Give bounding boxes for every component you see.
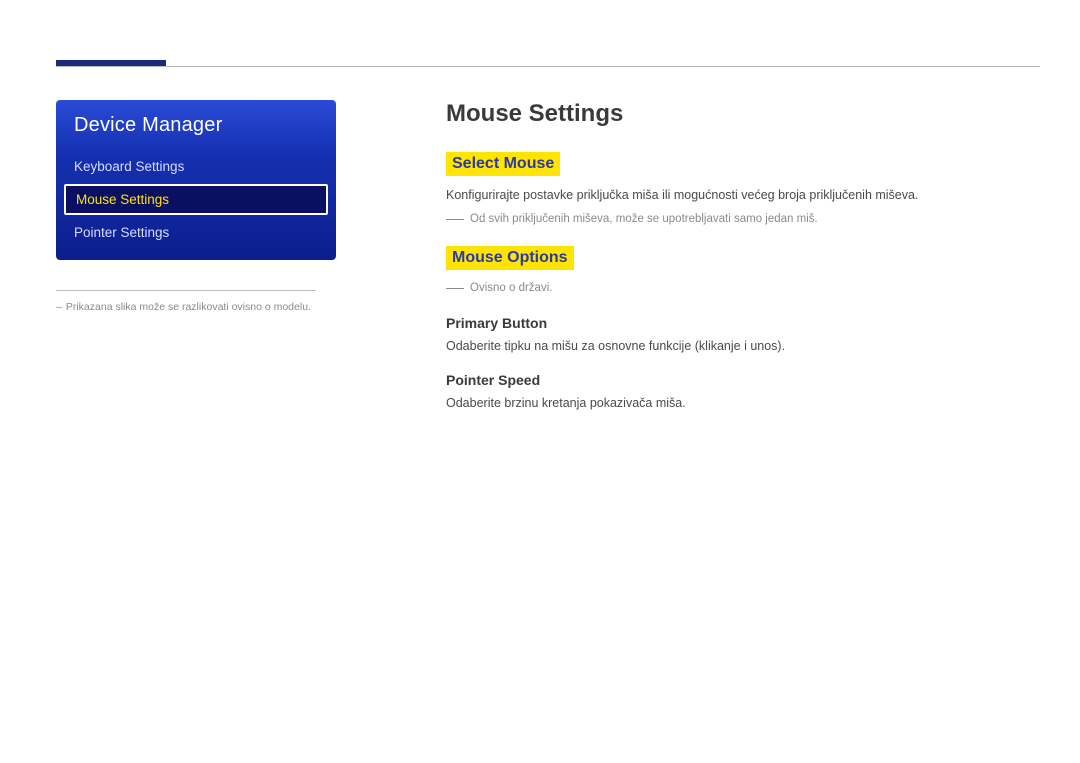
select-mouse-note-text: Od svih priključenih miševa, može se upo… <box>470 211 818 228</box>
mouse-options-note: Ovisno o državi. <box>446 280 1040 297</box>
sidebar-footnote-text: Prikazana slika može se razlikovati ovis… <box>66 301 311 315</box>
heading-select-mouse: Select Mouse <box>446 152 560 176</box>
header-rule <box>56 66 1040 67</box>
device-manager-panel: Device Manager Keyboard Settings Mouse S… <box>56 100 336 260</box>
primary-button-desc: Odaberite tipku na mišu za osnovne funkc… <box>446 337 1040 356</box>
select-mouse-desc: Konfigurirajte postavke priključka miša … <box>446 186 1040 205</box>
pointer-speed-desc: Odaberite brzinu kretanja pokazivača miš… <box>446 394 1040 413</box>
dash-icon: – <box>56 301 62 315</box>
sidebar-item-keyboard-settings[interactable]: Keyboard Settings <box>56 151 336 182</box>
mouse-options-note-text: Ovisno o državi. <box>470 280 552 297</box>
page-title: Mouse Settings <box>446 100 1040 128</box>
main-content: Mouse Settings Select Mouse Konfiguriraj… <box>446 100 1040 419</box>
sidebar-item-pointer-settings[interactable]: Pointer Settings <box>56 217 336 248</box>
dash-icon <box>446 219 464 228</box>
heading-mouse-options: Mouse Options <box>446 246 574 270</box>
sidebar: Device Manager Keyboard Settings Mouse S… <box>56 100 336 419</box>
panel-title: Device Manager <box>56 100 336 151</box>
page-layout: Device Manager Keyboard Settings Mouse S… <box>56 100 1040 419</box>
sidebar-footnote: – Prikazana slika može se razlikovati ov… <box>56 301 336 315</box>
heading-pointer-speed: Pointer Speed <box>446 372 1040 388</box>
section-mouse-options: Mouse Options Ovisno o državi. Primary B… <box>446 246 1040 413</box>
dash-icon <box>446 288 464 297</box>
select-mouse-note: Od svih priključenih miševa, može se upo… <box>446 211 1040 228</box>
sidebar-item-mouse-settings[interactable]: Mouse Settings <box>64 184 328 215</box>
sidebar-divider <box>56 290 316 291</box>
section-select-mouse: Select Mouse Konfigurirajte postavke pri… <box>446 152 1040 228</box>
heading-primary-button: Primary Button <box>446 315 1040 331</box>
